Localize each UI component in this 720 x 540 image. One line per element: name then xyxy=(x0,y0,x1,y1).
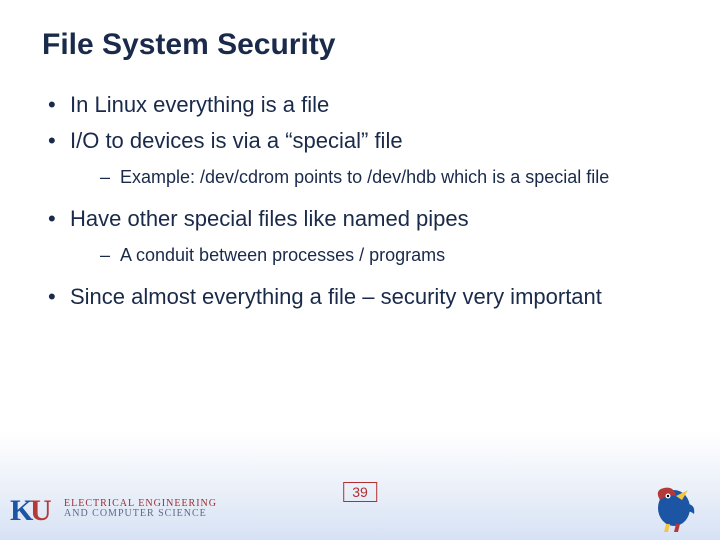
slide-footer: 39 K U ELECTRICAL ENGINEERING AND COMPUT… xyxy=(0,468,720,540)
svg-text:U: U xyxy=(30,494,52,527)
slide-body: File System Security In Linux everything… xyxy=(0,0,720,311)
bullet-text: Have other special files like named pipe… xyxy=(70,206,469,231)
sub-bullet-text: A conduit between processes / programs xyxy=(120,245,445,265)
bullet-list: In Linux everything is a file I/O to dev… xyxy=(42,90,678,311)
bullet-text: Since almost everything a file – securit… xyxy=(70,284,602,309)
sub-list: Example: /dev/cdrom points to /dev/hdb w… xyxy=(70,165,678,189)
slide-number: 39 xyxy=(343,482,377,502)
list-item: In Linux everything is a file xyxy=(42,90,678,120)
list-item: Have other special files like named pipe… xyxy=(42,204,678,268)
bullet-text: In Linux everything is a file xyxy=(70,92,329,117)
sub-list: A conduit between processes / programs xyxy=(70,243,678,267)
ku-dept-text: ELECTRICAL ENGINEERING AND COMPUTER SCIE… xyxy=(64,499,217,519)
list-item: I/O to devices is via a “special” file E… xyxy=(42,126,678,190)
sub-bullet-text: Example: /dev/cdrom points to /dev/hdb w… xyxy=(120,167,609,187)
jayhawk-icon xyxy=(646,480,702,534)
bullet-text: I/O to devices is via a “special” file xyxy=(70,128,403,153)
sub-list-item: Example: /dev/cdrom points to /dev/hdb w… xyxy=(70,165,678,189)
slide-title: File System Security xyxy=(42,28,678,62)
ku-mark-icon: K U xyxy=(8,488,56,530)
ku-logo: K U ELECTRICAL ENGINEERING AND COMPUTER … xyxy=(8,488,217,530)
logo-line2: AND COMPUTER SCIENCE xyxy=(64,509,217,519)
list-item: Since almost everything a file – securit… xyxy=(42,282,678,312)
sub-list-item: A conduit between processes / programs xyxy=(70,243,678,267)
